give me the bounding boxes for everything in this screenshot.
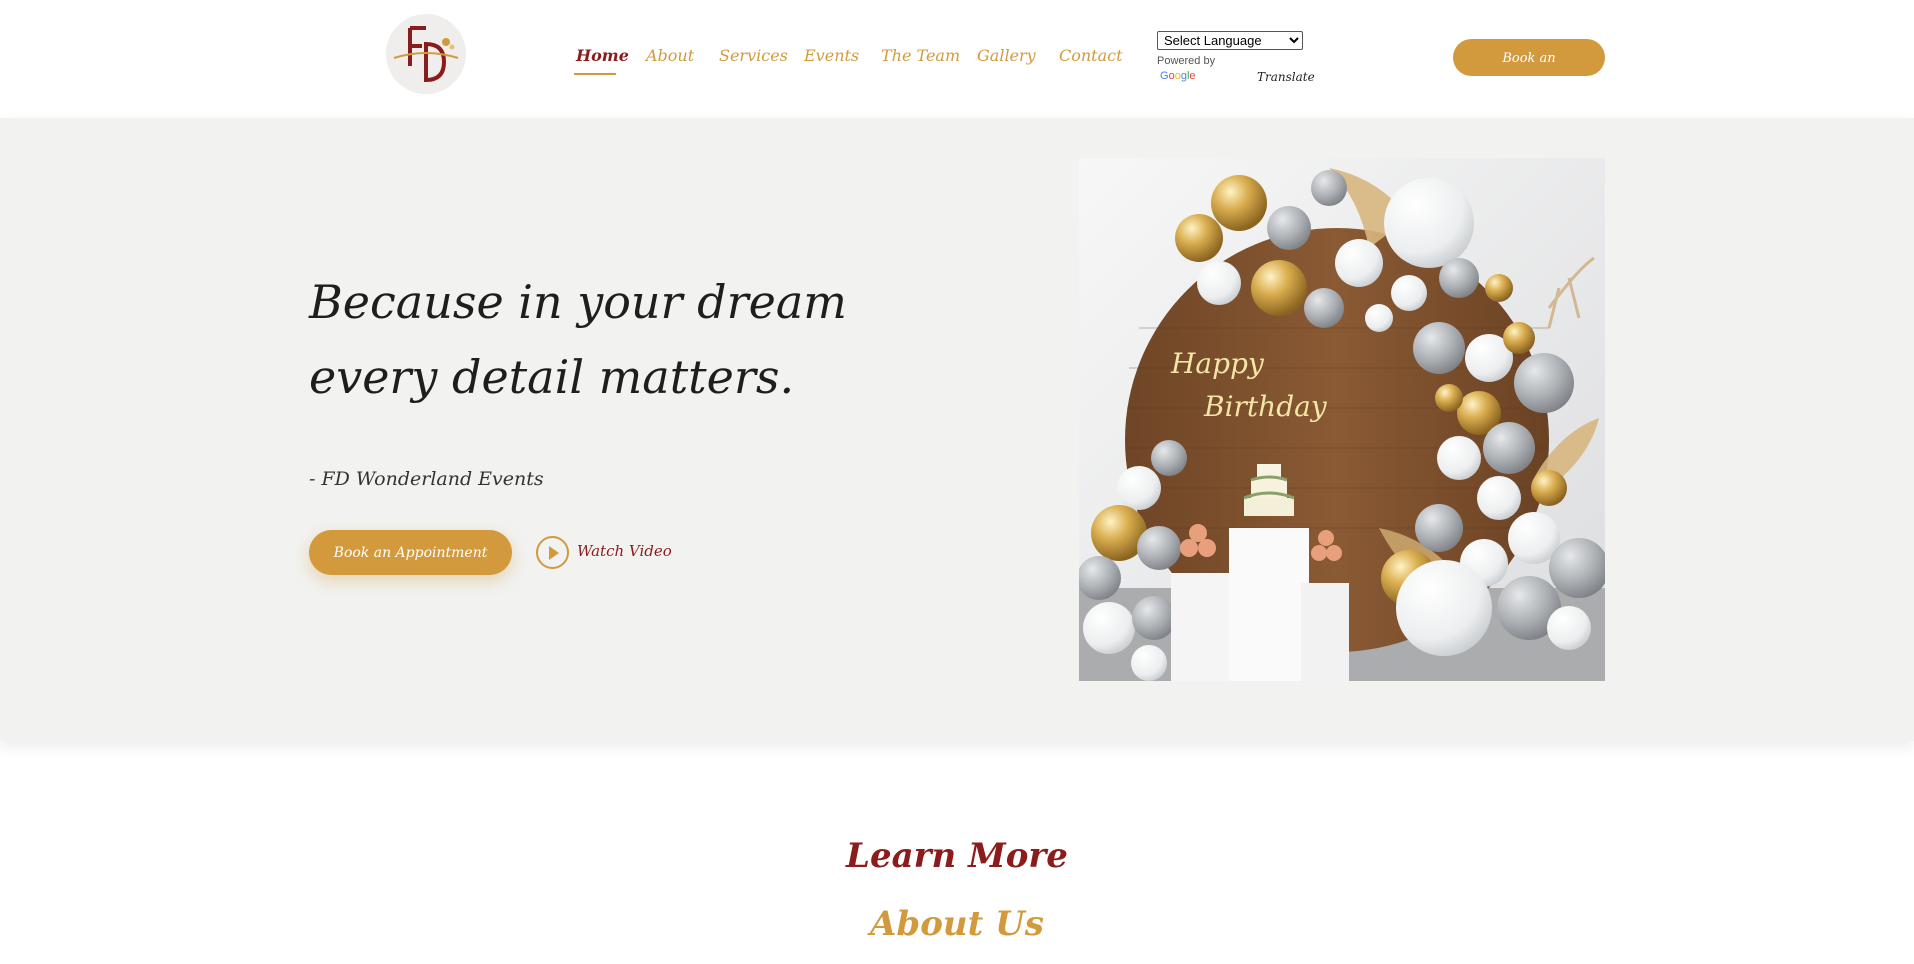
fd-wonderland-logo-icon xyxy=(386,14,466,94)
nav-services[interactable]: Services xyxy=(719,46,788,65)
language-select[interactable]: Select Language xyxy=(1157,31,1303,50)
hero-image: Happy Birthday xyxy=(1079,158,1605,681)
nav-the-team[interactable]: The Team xyxy=(881,46,960,65)
google-wordmark: Google xyxy=(1160,70,1196,82)
watch-video-label: Watch Video xyxy=(577,542,672,560)
active-nav-underline xyxy=(574,73,616,75)
hero-title: Because in your dream every detail matte… xyxy=(309,275,847,404)
about-us-heading: About Us xyxy=(870,904,1044,945)
nav-contact[interactable]: Contact xyxy=(1059,46,1123,65)
site-header: Home About Services Events The Team Gall… xyxy=(0,0,1914,118)
hero-section xyxy=(0,118,1914,741)
translate-link[interactable]: Translate xyxy=(1257,70,1315,84)
nav-gallery[interactable]: Gallery xyxy=(977,46,1036,65)
site-logo[interactable] xyxy=(386,14,466,94)
powered-by-label: Powered by xyxy=(1157,55,1216,67)
birthday-balloon-arch-image-icon: Happy Birthday xyxy=(1079,158,1605,681)
nav-home[interactable]: Home xyxy=(576,46,629,65)
header-book-appointment-button[interactable]: Book an Appointment xyxy=(1453,39,1605,103)
learn-more-heading: Learn More xyxy=(846,836,1068,877)
play-icon xyxy=(536,536,569,569)
svg-text:Birthday: Birthday xyxy=(1203,390,1328,423)
hero-attribution: - FD Wonderland Events xyxy=(309,468,544,490)
hero-book-appointment-button[interactable]: Book an Appointment xyxy=(309,530,512,575)
nav-about[interactable]: About xyxy=(646,46,694,65)
nav-events[interactable]: Events xyxy=(804,46,859,65)
svg-text:Happy: Happy xyxy=(1170,347,1265,380)
